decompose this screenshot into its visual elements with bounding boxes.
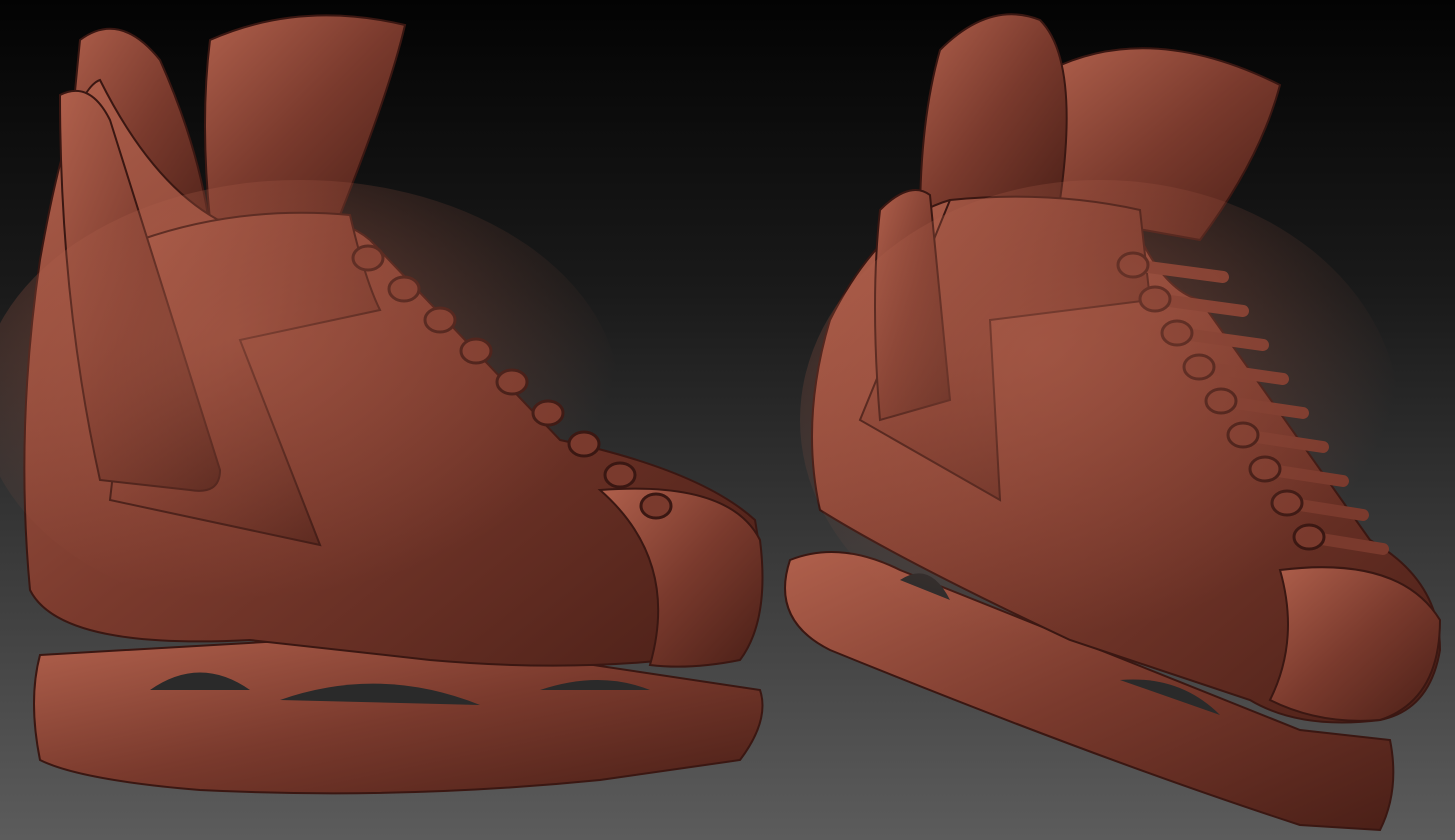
left-skate-highlight (0, 180, 620, 620)
eyelet (603, 461, 637, 489)
right-skate-highlight (800, 180, 1400, 660)
render-viewport (0, 0, 1455, 840)
skates-render (0, 0, 1455, 840)
eyelet (639, 492, 673, 520)
